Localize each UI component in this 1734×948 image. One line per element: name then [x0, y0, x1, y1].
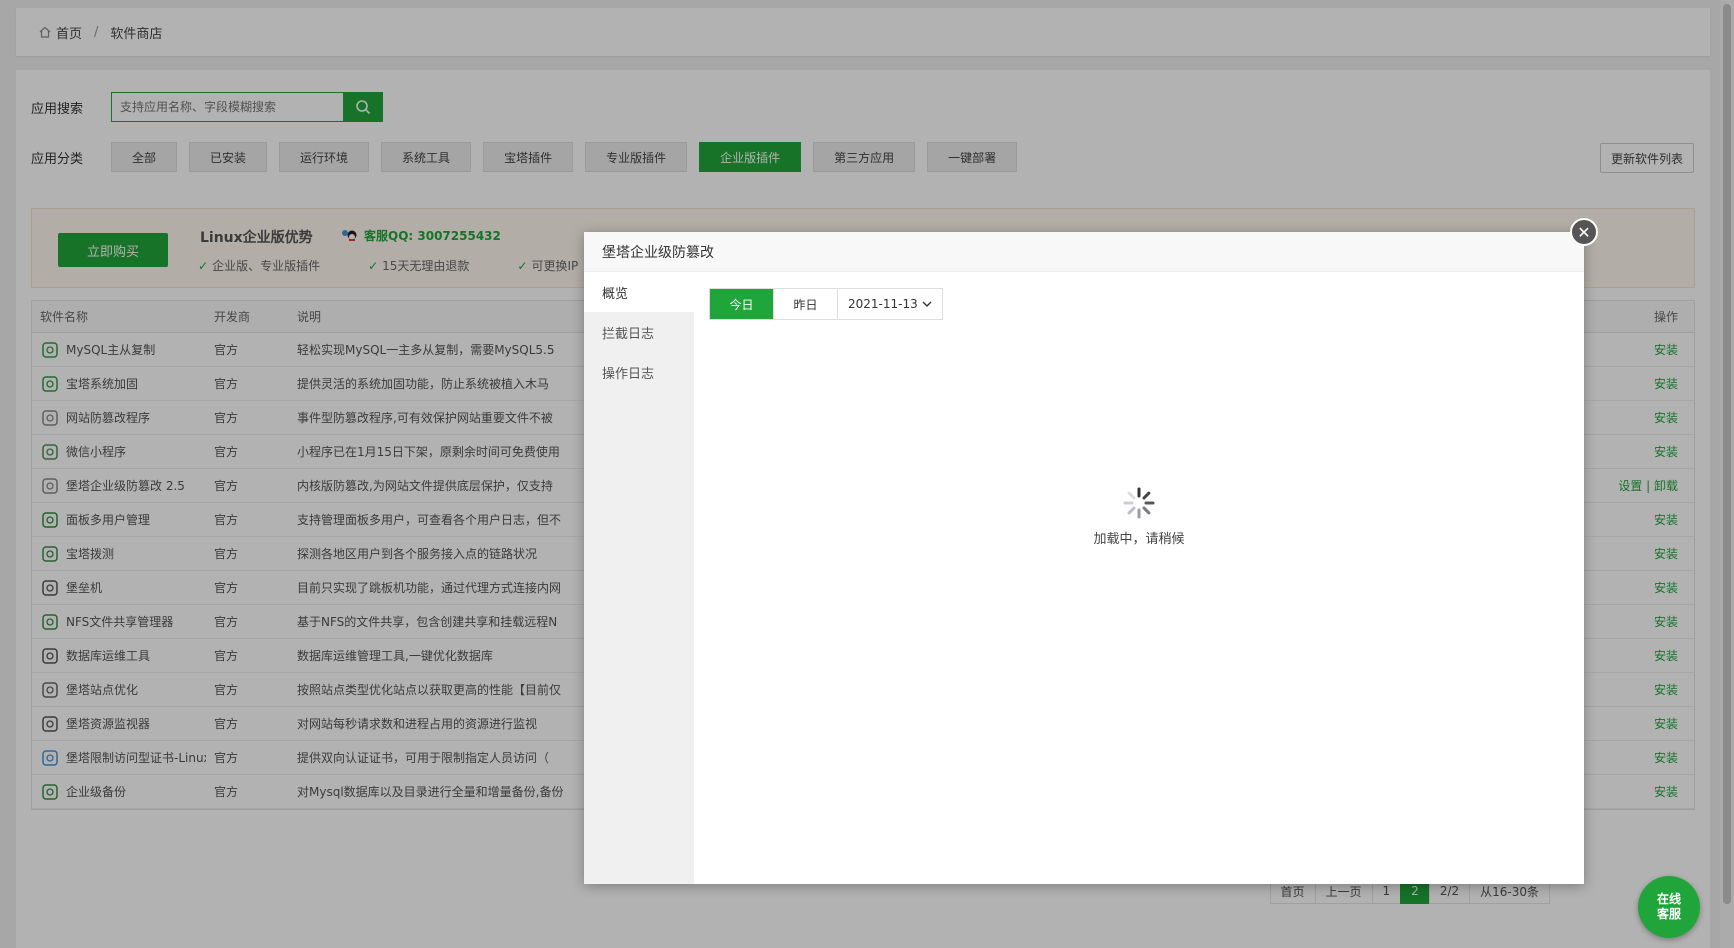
- dialog-title: 堡塔企业级防篡改: [584, 232, 1584, 272]
- date-picker-value: 2021-11-13: [848, 297, 918, 311]
- date-tab-yesterday[interactable]: 昨日: [774, 289, 838, 319]
- close-icon[interactable]: ✕: [1570, 218, 1598, 246]
- dialog-sidebar: 概览 拦截日志 操作日志: [584, 272, 694, 884]
- dialog-nav-operation-log[interactable]: 操作日志: [584, 352, 694, 392]
- date-picker[interactable]: 2021-11-13: [838, 289, 942, 319]
- date-tab-today[interactable]: 今日: [710, 289, 774, 319]
- dialog-nav-intercept-log[interactable]: 拦截日志: [584, 312, 694, 352]
- dialog-nav-overview[interactable]: 概览: [584, 272, 694, 312]
- dialog-body: 今日 昨日 2021-11-13 加载中，请稍候: [694, 272, 1584, 884]
- loading-indicator: 加载中，请稍候: [694, 486, 1584, 547]
- app-page: 首页 / 软件商店 应用搜索 应用分类 全部 已安装 运行环境 系统工具 宝塔插…: [0, 0, 1734, 948]
- service-line1: 在线: [1656, 892, 1681, 906]
- service-line2: 客服: [1656, 907, 1681, 921]
- date-selector: 今日 昨日 2021-11-13: [709, 288, 943, 320]
- loading-text: 加载中，请稍候: [1093, 532, 1185, 547]
- tamper-proof-dialog: 堡塔企业级防篡改 ✕ 概览 拦截日志 操作日志 今日 昨日 2021-11-13: [584, 218, 1598, 884]
- online-service-button[interactable]: 在线 客服: [1638, 876, 1700, 938]
- chevron-down-icon: [922, 301, 932, 307]
- spinner-icon: [1123, 487, 1155, 519]
